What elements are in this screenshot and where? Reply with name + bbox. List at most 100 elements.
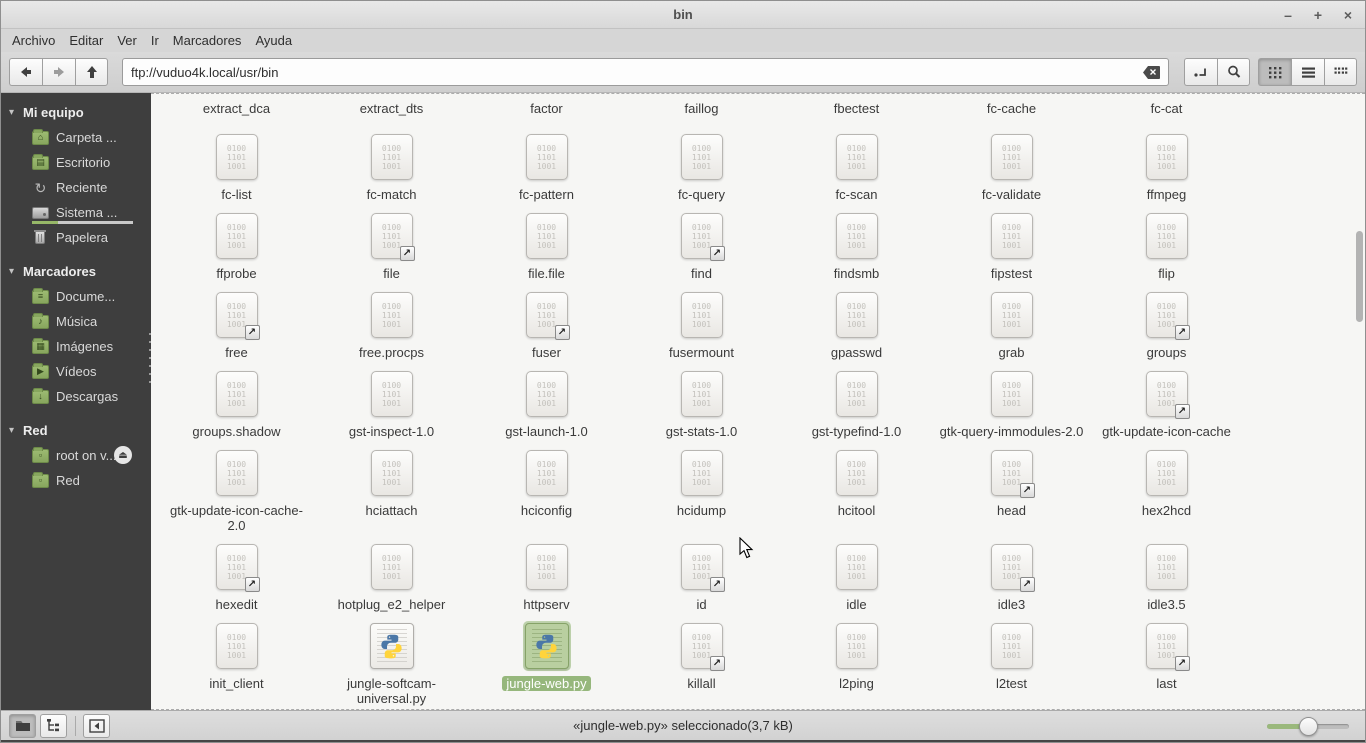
menu-item-ayuda[interactable]: Ayuda [248,31,299,50]
file-icon-box[interactable]: 0100 1101 1001 [834,290,880,340]
icon-view-button[interactable] [1258,58,1291,86]
file-icon-box[interactable]: 0100 1101 1001 ↗ [679,621,725,671]
sidebar-item-root-on-v-[interactable]: ▫ root on v... ⏏ [1,443,151,468]
file-icon-box[interactable]: 0100 1101 1001 [834,621,880,671]
file-icon-box[interactable]: 0100 1101 1001 ↗ [369,211,415,261]
file-item[interactable]: 0100 1101 1001 gst-stats-1.0 [624,369,779,439]
file-item[interactable]: 0100 1101 1001 idle3.5 [1089,542,1244,612]
file-item[interactable]: 0100 1101 1001 ↗ fuser [469,290,624,360]
file-item[interactable]: 0100 1101 1001 free.procps [314,290,469,360]
file-icon-box[interactable]: 0100 1101 1001 [369,132,415,182]
file-icon-box[interactable]: 0100 1101 1001 [369,369,415,419]
file-item[interactable]: faillog [624,96,779,116]
file-item[interactable]: 0100 1101 1001 hex2hcd [1089,448,1244,533]
file-item[interactable]: 0100 1101 1001 flip [1089,211,1244,281]
file-icon-box[interactable]: 0100 1101 1001 ↗ [989,448,1035,498]
sidebar-section-header[interactable]: ▾ Mi equipo [1,100,151,125]
file-item[interactable]: 0100 1101 1001 grab [934,290,1089,360]
file-item[interactable]: 0100 1101 1001 ↗ last [1089,621,1244,706]
file-item[interactable]: 0100 1101 1001 ↗ find [624,211,779,281]
file-icon-box[interactable]: 0100 1101 1001 [989,621,1035,671]
zoom-slider-thumb[interactable] [1299,716,1318,736]
file-item[interactable]: 0100 1101 1001 hcitool [779,448,934,533]
list-view-button[interactable] [1291,58,1324,86]
file-item[interactable]: 0100 1101 1001 l2test [934,621,1089,706]
chevron-down-icon[interactable]: ▾ [9,107,23,118]
sidebar-item-im-genes[interactable]: ▦ Imágenes [1,334,151,359]
file-icon-box[interactable]: 0100 1101 1001 ↗ [214,290,260,340]
search-button[interactable] [1217,58,1250,86]
close-button[interactable]: × [1341,7,1355,23]
file-item[interactable]: 0100 1101 1001 fc-validate [934,132,1089,202]
file-item[interactable]: 0100 1101 1001 hotplug_e2_helper [314,542,469,612]
file-icon-box[interactable]: 0100 1101 1001 [1144,211,1190,261]
file-icon-box[interactable]: 0100 1101 1001 [834,542,880,592]
file-icon-box[interactable]: 0100 1101 1001 ↗ [1144,290,1190,340]
file-icon-box[interactable]: 0100 1101 1001 [369,542,415,592]
file-icon-box[interactable]: 0100 1101 1001 [1144,542,1190,592]
file-icon-box[interactable]: 0100 1101 1001 [834,132,880,182]
menu-item-marcadores[interactable]: Marcadores [166,31,249,50]
file-item[interactable]: fc-cache [934,96,1089,116]
sidebar-item-carpeta-[interactable]: ⌂ Carpeta ... [1,125,151,150]
file-icon-box[interactable]: 0100 1101 1001 ↗ [214,542,260,592]
file-icon-box[interactable]: 0100 1101 1001 [524,132,570,182]
menu-item-ir[interactable]: Ir [144,31,166,50]
file-icon-box[interactable]: 0100 1101 1001 [834,448,880,498]
file-icon-box[interactable]: 0100 1101 1001 ↗ [989,542,1035,592]
file-icon-box[interactable]: 0100 1101 1001 [369,290,415,340]
file-icon-box[interactable]: 0100 1101 1001 [524,542,570,592]
file-icon-box[interactable]: 0100 1101 1001 [679,369,725,419]
file-icon-box[interactable]: 0100 1101 1001 [679,132,725,182]
maximize-button[interactable]: + [1311,7,1325,23]
sidebar-item-sistema-[interactable]: Sistema ... [1,200,151,225]
file-icon-box[interactable]: 0100 1101 1001 ↗ [1144,621,1190,671]
location-bar[interactable]: ftp://vuduo4k.local/usr/bin [122,58,1169,86]
file-item[interactable]: 0100 1101 1001 fc-list [159,132,314,202]
file-item[interactable]: extract_dts [314,96,469,116]
file-item[interactable]: factor [469,96,624,116]
toggle-location-entry-button[interactable] [1184,58,1217,86]
file-item[interactable]: 0100 1101 1001 hcidump [624,448,779,533]
file-icon-box[interactable]: 0100 1101 1001 ↗ [679,211,725,261]
file-icon-box[interactable]: 0100 1101 1001 [989,369,1035,419]
chevron-down-icon[interactable]: ▾ [9,425,23,436]
file-item[interactable]: 0100 1101 1001 findsmb [779,211,934,281]
file-item[interactable]: 0100 1101 1001 httpserv [469,542,624,612]
file-icon-box[interactable]: 0100 1101 1001 [679,448,725,498]
file-icon-box[interactable]: 0100 1101 1001 [214,211,260,261]
hide-sidebar-button[interactable] [83,713,110,738]
file-icon-box[interactable]: 0100 1101 1001 ↗ [524,290,570,340]
back-button[interactable] [9,58,42,86]
file-item[interactable]: 0100 1101 1001 ↗ groups [1089,290,1244,360]
file-icon-box[interactable] [522,621,571,671]
file-item[interactable]: extract_dca [159,96,314,116]
file-item[interactable]: 0100 1101 1001 ffprobe [159,211,314,281]
file-item[interactable]: 0100 1101 1001 fipstest [934,211,1089,281]
file-item[interactable]: 0100 1101 1001 fc-scan [779,132,934,202]
sidebar-item-docume-[interactable]: ≡ Docume... [1,284,151,309]
file-icon-box[interactable]: 0100 1101 1001 [834,211,880,261]
location-text[interactable]: ftp://vuduo4k.local/usr/bin [131,65,1143,80]
file-icon-box[interactable]: 0100 1101 1001 [989,132,1035,182]
file-icon-box[interactable]: 0100 1101 1001 [214,621,260,671]
clear-location-icon[interactable] [1143,65,1160,79]
file-item[interactable]: 0100 1101 1001 gst-launch-1.0 [469,369,624,439]
chevron-down-icon[interactable]: ▾ [9,266,23,277]
file-item[interactable]: 0100 1101 1001 gtk-query-immodules-2.0 [934,369,1089,439]
file-item[interactable]: jungle-web.py [469,621,624,706]
menu-item-ver[interactable]: Ver [110,31,144,50]
file-item[interactable]: jungle-softcam-universal.py [314,621,469,706]
file-item[interactable]: 0100 1101 1001 gst-inspect-1.0 [314,369,469,439]
file-item[interactable]: 0100 1101 1001 init_client [159,621,314,706]
sidebar-section-header[interactable]: ▾ Red [1,418,151,443]
file-icon-box[interactable]: 0100 1101 1001 [524,211,570,261]
file-item[interactable]: 0100 1101 1001 hciconfig [469,448,624,533]
sidebar-item-papelera[interactable]: Papelera [1,225,151,250]
sidebar-section-header[interactable]: ▾ Marcadores [1,259,151,284]
sidebar-item-reciente[interactable]: ↻ Reciente [1,175,151,200]
file-item[interactable]: 0100 1101 1001 l2ping [779,621,934,706]
sidebar-item-red[interactable]: ▫ Red [1,468,151,493]
file-icon-box[interactable]: 0100 1101 1001 [214,448,260,498]
file-item[interactable]: 0100 1101 1001 ↗ hexedit [159,542,314,612]
